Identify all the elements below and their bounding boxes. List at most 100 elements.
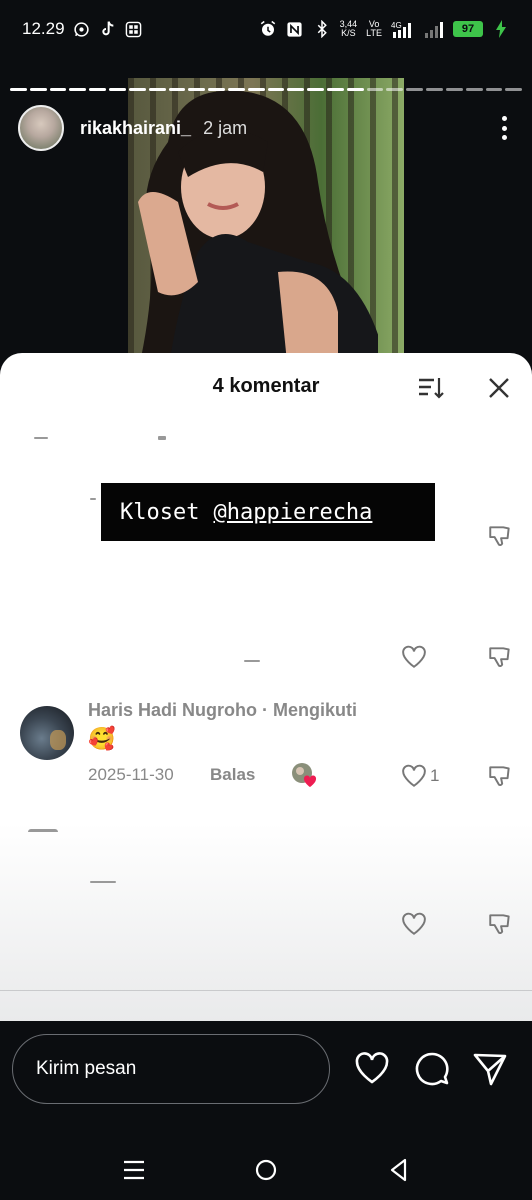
lte-label: LTE [366,28,382,38]
progress-segment [69,88,87,91]
status-time: 12.29 [22,19,65,38]
progress-segment [247,88,265,91]
progress-segment [168,88,186,91]
bluetooth-icon [313,20,331,38]
story-time-ago: 2 jam [203,117,248,138]
tiktok-icon [99,20,117,38]
dislike-button[interactable] [486,763,514,789]
heart-icon [402,912,426,935]
gallery-app-icon [125,20,143,38]
progress-segment [227,88,245,91]
progress-segment [406,88,424,91]
heart-icon[interactable] [354,1051,390,1087]
close-icon[interactable] [488,377,510,399]
masked-text-fragment [90,498,96,500]
sheet-fade [0,823,532,1021]
story-user-avatar[interactable] [18,105,64,151]
like-button[interactable] [400,644,428,670]
heart-icon [402,645,426,668]
progress-segment [346,88,364,91]
signal-4g-icon: 4G [391,20,415,38]
dislike-button[interactable] [486,911,514,937]
comment-date: 2025-11-30 [88,765,174,784]
battery-indicator: 97 [453,21,483,37]
comment-text: 🥰 [88,726,116,751]
thumbs-down-icon [489,526,510,546]
story-header: rikakhairani_ 2 jam [18,104,514,152]
creator-liked-badge [292,763,317,787]
send-message-input[interactable]: Kirim pesan [12,1034,330,1104]
masked-text-fragment [158,436,166,440]
notification-icons [73,20,143,38]
system-status-icons: 3,44 K/S Vo LTE 4G 97 [259,20,510,38]
progress-segment [287,88,305,91]
comment-author[interactable]: Haris Hadi Nugroho · Mengikuti [88,700,357,721]
alarm-icon [259,20,277,38]
status-bar: 12.29 3,44 K/S Vo LTE 4G 97 [0,0,532,58]
send-message-placeholder: Kirim pesan [36,1058,137,1079]
nfc-icon [286,20,304,38]
progress-segment [29,88,47,91]
send-icon[interactable] [472,1051,508,1087]
masked-avatar-fragment [28,829,58,832]
whatsapp-icon [73,20,91,38]
progress-segment [307,88,324,91]
thumbs-down-icon [489,766,510,786]
progress-segment [327,88,344,91]
progress-segment [89,88,107,91]
sheet-divider [0,990,532,991]
progress-segment [49,88,67,91]
progress-segment [366,88,384,91]
progress-segment [188,88,206,91]
volte-indicator: Vo LTE [366,20,382,38]
network-speed: 3,44 K/S [340,20,358,38]
comments-header: 4 komentar [0,371,532,405]
progress-segment [465,88,483,91]
like-button[interactable] [400,763,428,789]
sort-icon[interactable] [417,375,445,401]
dot-icon [501,135,507,140]
progress-segment [128,88,146,91]
more-options-button[interactable] [494,113,514,143]
progress-segment [386,88,404,91]
dislike-button[interactable] [486,523,514,549]
dot-icon [501,116,507,121]
home-icon[interactable] [253,1157,279,1183]
brand-tag-mention[interactable]: @happierecha [213,500,372,525]
masked-text-fragment [90,881,116,883]
signal-sim2-icon [424,20,444,38]
story-username[interactable]: rikakhairani_ [80,118,191,139]
like-button[interactable] [400,911,428,937]
heart-icon [402,764,426,787]
progress-segment [267,88,285,91]
comments-title: 4 komentar [212,375,320,397]
masked-text-fragment [244,660,260,662]
story-reply-bar: Kirim pesan [0,1021,532,1121]
brand-tag-prefix: Kloset [120,499,200,525]
progress-segment [485,88,503,91]
progress-segment [505,88,523,91]
comments-sheet: 4 komentar [0,353,532,1021]
like-count: 1 [430,766,440,785]
story-progress-bar [10,88,523,91]
back-icon[interactable] [386,1157,412,1183]
progress-segment [208,88,225,91]
system-navigation-bar [0,1121,532,1200]
charging-icon [492,20,510,38]
dislike-button[interactable] [486,644,514,670]
progress-segment [148,88,166,91]
network-speed-unit: K/S [341,28,356,38]
comment-icon[interactable] [414,1051,450,1087]
recent-apps-icon[interactable] [121,1157,147,1183]
progress-segment [109,88,126,91]
signal-type-label: 4G [391,21,402,30]
progress-segment [445,88,463,91]
progress-segment [10,88,27,91]
brand-tag-label[interactable]: Kloset @happierecha [101,483,435,541]
dot-icon [501,125,507,131]
reply-button[interactable]: Balas [210,765,255,785]
thumbs-down-icon [489,647,510,667]
thumbs-down-icon [489,914,510,934]
masked-text-fragment [34,437,48,439]
commenter-avatar[interactable] [20,706,74,760]
